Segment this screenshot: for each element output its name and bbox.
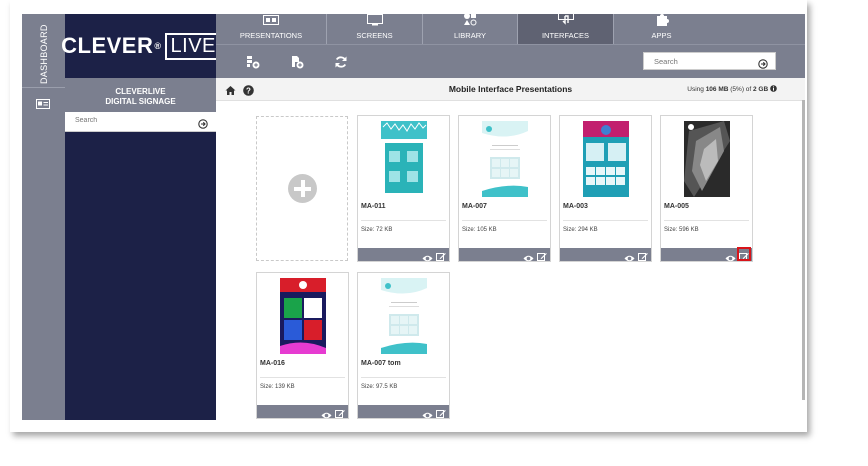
eye-icon[interactable] xyxy=(725,250,736,262)
brand-logo[interactable]: CLEVER ® LIVE xyxy=(61,14,225,78)
divider xyxy=(22,87,65,88)
touch-interface-icon xyxy=(557,12,574,28)
sidebar-search xyxy=(65,112,216,132)
card-size: Size: 596 KB xyxy=(664,227,699,233)
usage-total: 2 GB xyxy=(753,86,769,93)
add-interface-icon[interactable] xyxy=(245,54,261,70)
usage-used: 106 MB xyxy=(705,86,729,93)
puzzle-icon xyxy=(655,12,669,28)
dashboard-strip[interactable]: DASHBOARD xyxy=(22,14,65,420)
card-name: MA-003 xyxy=(563,203,588,210)
card-name: MA-011 xyxy=(361,203,386,210)
card-name: MA-005 xyxy=(664,203,689,210)
edit-icon[interactable] xyxy=(436,249,446,261)
card-actions xyxy=(560,248,651,262)
presentation-card[interactable]: MA-003 Size: 294 KB xyxy=(559,115,652,262)
card-name: MA-016 xyxy=(260,360,285,367)
info-icon[interactable] xyxy=(770,85,777,92)
card-actions xyxy=(358,405,449,419)
search-go-icon[interactable] xyxy=(758,56,768,69)
presentation-card[interactable]: MA-007 Size: 105 KB xyxy=(458,115,551,262)
presentation-thumbnail[interactable] xyxy=(482,121,528,197)
presentation-thumbnail[interactable] xyxy=(280,278,326,354)
tab-label: PRESENTATIONS xyxy=(239,31,303,40)
card-size: Size: 294 KB xyxy=(563,227,598,233)
logo-live-text: LIVE xyxy=(164,32,225,60)
sidebar-title-line1: CLEVERLIVE xyxy=(115,87,166,96)
eye-icon[interactable] xyxy=(422,407,433,419)
tab-label: APPS xyxy=(651,31,672,40)
id-card-icon[interactable] xyxy=(29,96,57,112)
logo-registered-mark: ® xyxy=(154,41,162,51)
divider xyxy=(664,220,749,221)
presentation-thumbnail[interactable] xyxy=(583,121,629,197)
toolbar-search xyxy=(643,52,776,70)
tab-library[interactable]: LIBRARY xyxy=(423,12,517,44)
dashboard-label[interactable]: DASHBOARD xyxy=(24,24,64,84)
monitor-icon xyxy=(366,14,383,28)
main-tabs: PRESENTATIONS SCREENS LIBRARY INTERFACES xyxy=(216,12,805,44)
presentation-card[interactable]: MA-005 Size: 596 KB xyxy=(660,115,753,262)
scrollbar[interactable] xyxy=(802,100,805,400)
card-name: MA-007 tom xyxy=(361,360,401,367)
edit-icon[interactable] xyxy=(436,406,446,418)
divider xyxy=(462,220,547,221)
tab-presentations[interactable]: PRESENTATIONS xyxy=(216,14,326,44)
card-size: Size: 139 KB xyxy=(260,384,295,390)
presentation-card[interactable]: MA-007 tom Size: 97.5 KB xyxy=(357,272,450,419)
card-actions xyxy=(661,247,752,262)
eye-icon[interactable] xyxy=(321,407,332,419)
logo-brand-text: CLEVER xyxy=(61,33,154,58)
eye-icon[interactable] xyxy=(624,250,635,262)
presentation-card[interactable]: MA-011 Size: 72 KB xyxy=(357,115,450,262)
storage-usage: Using 106 MB (5%) of 2 GB xyxy=(687,85,777,93)
toolbar-search-input[interactable] xyxy=(652,56,756,67)
card-actions xyxy=(257,405,348,419)
eye-icon[interactable] xyxy=(523,250,534,262)
presentation-thumbnail[interactable] xyxy=(381,278,427,354)
sidebar: CLEVERLIVE DIGITAL SIGNAGE xyxy=(65,78,216,420)
card-size: Size: 97.5 KB xyxy=(361,384,398,390)
card-actions xyxy=(358,248,449,262)
refresh-icon[interactable] xyxy=(333,54,349,70)
toolbar xyxy=(216,44,805,78)
content-header: ? Mobile Interface Presentations Using 1… xyxy=(216,78,805,101)
search-go-icon[interactable] xyxy=(198,116,208,129)
divider xyxy=(361,377,446,378)
app-window: DASHBOARD CLEVER ® LIVE CLEVERLIVE DIGIT… xyxy=(10,0,807,432)
divider xyxy=(260,377,345,378)
presentation-thumbnail[interactable] xyxy=(381,121,427,197)
tab-interfaces[interactable]: INTERFACES xyxy=(518,12,613,44)
main-content: ? Mobile Interface Presentations Using 1… xyxy=(216,78,805,420)
add-file-icon[interactable] xyxy=(289,54,305,70)
tab-label: LIBRARY xyxy=(454,31,486,40)
card-size: Size: 105 KB xyxy=(462,227,497,233)
sidebar-search-input[interactable] xyxy=(73,116,192,125)
divider xyxy=(361,220,446,221)
tab-label: SCREENS xyxy=(356,31,393,40)
card-actions xyxy=(459,248,550,262)
sidebar-title-line2: DIGITAL SIGNAGE xyxy=(105,97,176,106)
presentation-card[interactable]: MA-016 Size: 139 KB xyxy=(256,272,349,419)
eye-icon[interactable] xyxy=(422,250,433,262)
plus-icon xyxy=(288,174,317,203)
edit-icon[interactable] xyxy=(335,406,345,418)
usage-mid: (5%) of xyxy=(728,86,754,93)
usage-prefix: Using xyxy=(687,86,706,93)
divider xyxy=(563,220,648,221)
add-presentation-card[interactable] xyxy=(256,116,348,261)
presentation-icon xyxy=(263,15,279,28)
tab-screens[interactable]: SCREENS xyxy=(327,14,422,44)
card-size: Size: 72 KB xyxy=(361,227,393,233)
edit-icon[interactable] xyxy=(537,249,547,261)
card-name: MA-007 xyxy=(462,203,487,210)
tab-label: INTERFACES xyxy=(541,31,590,40)
sidebar-title: CLEVERLIVE DIGITAL SIGNAGE xyxy=(65,78,216,112)
edit-icon[interactable] xyxy=(737,247,751,261)
media-library-icon xyxy=(463,12,477,28)
presentation-thumbnail[interactable] xyxy=(684,121,730,197)
tab-apps[interactable]: APPS xyxy=(614,14,709,44)
edit-icon[interactable] xyxy=(638,249,648,261)
